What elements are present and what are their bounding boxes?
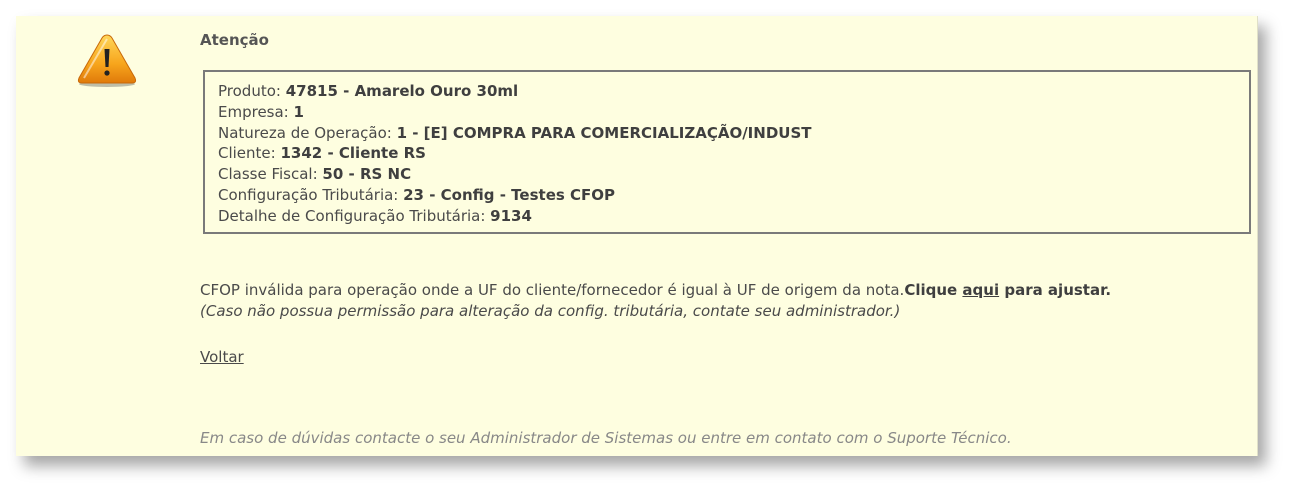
detail-label: Natureza de Operação: [218, 123, 397, 142]
alert-panel: Atenção Produto: 47815 - Amarelo Ouro 30… [16, 16, 1258, 456]
warning-triangle-icon [76, 32, 138, 88]
detail-row-classe-fiscal: Classe Fiscal: 50 - RS NC [218, 164, 1249, 185]
detail-label: Detalhe de Configuração Tributária: [218, 206, 491, 225]
error-message: CFOP inválida para operação onde a UF do… [200, 280, 1111, 322]
error-line: CFOP inválida para operação onde a UF do… [200, 280, 1111, 301]
detail-label: Empresa: [218, 102, 294, 121]
detail-row-detalhe-config: Detalhe de Configuração Tributária: 9134 [218, 206, 1249, 227]
support-footer: Em caso de dúvidas contacte o seu Admini… [200, 429, 1012, 447]
detail-label: Configuração Tributária: [218, 185, 404, 204]
detail-row-natureza: Natureza de Operação: 1 - [E] COMPRA PAR… [218, 123, 1249, 144]
detail-value: 1 [293, 102, 304, 121]
detail-label: Cliente: [218, 144, 281, 163]
detail-value: 47815 - Amarelo Ouro 30ml [285, 82, 519, 100]
detail-value: 50 - RS NC [322, 165, 412, 184]
detail-row-config-tributaria: Configuração Tributária: 23 - Config - T… [218, 185, 1249, 206]
permission-note: (Caso não possua permissão para alteraçã… [200, 302, 901, 320]
adjust-link[interactable]: aqui [962, 281, 999, 299]
detail-value: 1 - [E] COMPRA PARA COMERCIALIZAÇÃO/INDU… [396, 123, 812, 142]
details-box: Produto: 47815 - Amarelo Ouro 30ml Empre… [203, 70, 1251, 234]
detail-label: Classe Fiscal: [218, 165, 323, 184]
action-suffix: para ajustar. [999, 281, 1112, 299]
detail-value: 9134 [490, 206, 532, 225]
back-link[interactable]: Voltar [200, 348, 244, 366]
detail-value: 23 - Config - Testes CFOP [403, 185, 616, 204]
detail-label: Produto: [218, 82, 286, 100]
action-prefix: Clique [904, 281, 963, 299]
detail-row-cliente: Cliente: 1342 - Cliente RS [218, 143, 1249, 164]
error-text: CFOP inválida para operação onde a UF do… [200, 281, 905, 299]
detail-value: 1342 - Cliente RS [280, 144, 426, 163]
alert-title: Atenção [200, 31, 269, 49]
detail-row-empresa: Empresa: 1 [218, 102, 1249, 123]
detail-row-produto: Produto: 47815 - Amarelo Ouro 30ml [218, 81, 1249, 102]
